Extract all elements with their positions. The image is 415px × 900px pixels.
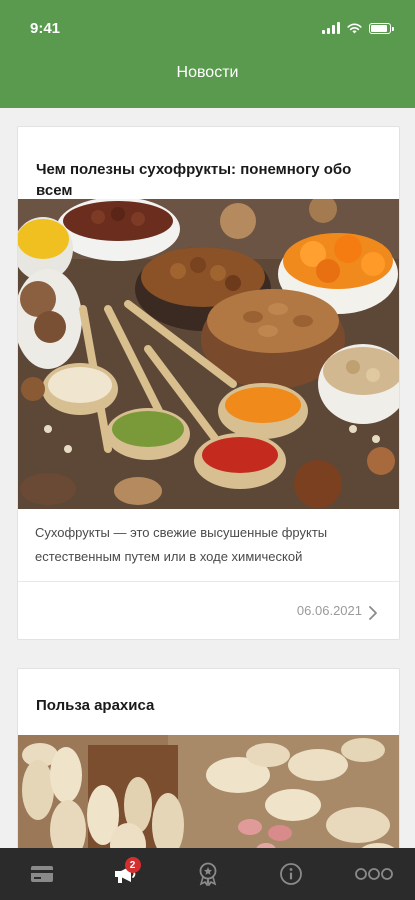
- news-image-peanuts: [18, 735, 399, 848]
- tab-rewards[interactable]: [183, 854, 233, 894]
- info-icon: [279, 863, 302, 885]
- tab-more[interactable]: [349, 854, 399, 894]
- news-date: 06.06.2021: [296, 603, 362, 618]
- news-card[interactable]: Чем полезны сухофрукты: понемногу обо вс…: [17, 126, 400, 640]
- award-icon: [199, 862, 216, 886]
- tab-news[interactable]: 2: [100, 854, 150, 894]
- news-feed[interactable]: Чем полезны сухофрукты: понемногу обо вс…: [0, 108, 415, 848]
- news-title: Польза арахиса: [36, 697, 155, 714]
- more-icon: [354, 868, 393, 880]
- news-title: Чем полезны сухофрукты: понемногу обо вс…: [36, 161, 352, 199]
- signal-icon: [322, 22, 340, 34]
- app-header: 9:41 Новости: [0, 0, 415, 108]
- card-icon: [30, 866, 53, 882]
- battery-icon: [369, 22, 394, 34]
- news-excerpt: Сухофрукты — это свежие высушенные фрукт…: [35, 525, 328, 564]
- tab-bar: 2: [0, 848, 415, 900]
- page-title: Новости: [176, 64, 239, 81]
- news-card[interactable]: Польза арахиса: [17, 668, 400, 848]
- chevron-right-icon[interactable]: [367, 605, 379, 621]
- notification-badge: 2: [124, 857, 141, 873]
- status-icons: [322, 22, 394, 34]
- wifi-icon: [347, 23, 362, 33]
- news-image-dried-fruits: [18, 199, 399, 509]
- card-divider: [18, 581, 399, 582]
- tab-card[interactable]: [17, 854, 67, 894]
- tab-info[interactable]: [266, 854, 316, 894]
- status-time: 9:41: [30, 20, 61, 37]
